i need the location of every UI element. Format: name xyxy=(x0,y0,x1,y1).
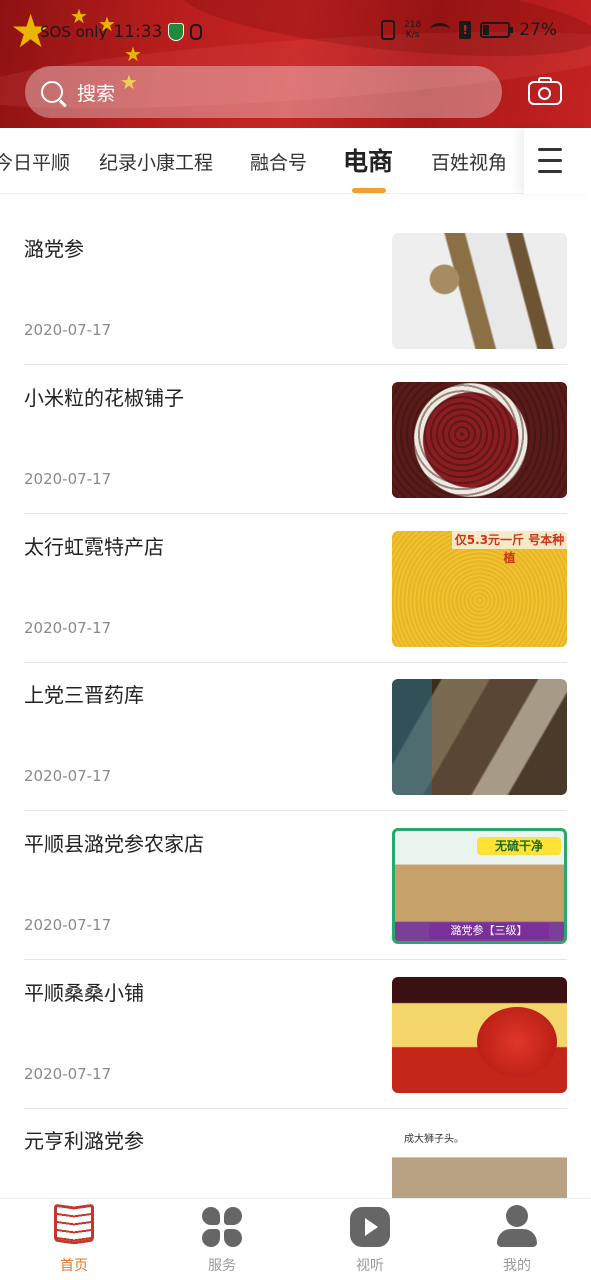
thumbnail-caption: 成大狮子头。 xyxy=(404,1134,464,1145)
list-item[interactable]: 平顺桑桑小铺 2020-07-17 xyxy=(0,960,591,1109)
nav-profile[interactable]: 我的 xyxy=(443,1199,591,1280)
list-item[interactable]: 潞党参 2020-07-17 xyxy=(0,216,591,365)
thumbnail-banner: 仅5.3元一斤 号本种植 xyxy=(452,531,567,565)
wifi-icon xyxy=(430,23,451,37)
notification-icon xyxy=(190,24,203,40)
item-thumbnail xyxy=(392,382,567,498)
list-item[interactable]: 上党三晋药库 2020-07-17 xyxy=(0,662,591,811)
battery-icon xyxy=(480,22,514,38)
item-title: 小米粒的花椒铺子 xyxy=(24,386,184,410)
list-item[interactable]: 元亨利潞党参 成大狮子头。 xyxy=(0,1108,591,1198)
item-title: 太行虹霓特产店 xyxy=(24,535,164,559)
play-icon xyxy=(350,1207,390,1247)
item-date: 2020-07-17 xyxy=(24,767,112,785)
tab-jilu-xiaokang[interactable]: 纪录小康工程 xyxy=(99,148,213,175)
item-thumbnail: 成大狮子头。 xyxy=(392,1122,567,1198)
search-placeholder: 搜索 xyxy=(77,82,116,105)
tab-ronghehao[interactable]: 融合号 xyxy=(250,148,307,175)
clock: 11:33 xyxy=(113,22,163,42)
item-date: 2020-07-17 xyxy=(24,470,112,488)
battery-percent: 27% xyxy=(519,20,557,40)
item-date: 2020-07-17 xyxy=(24,916,112,934)
menu-icon xyxy=(538,148,562,151)
status-bar: SOS only 11:33 218 K/s ! 27% xyxy=(0,0,591,66)
item-title: 潞党参 xyxy=(24,237,84,261)
nav-label: 首页 xyxy=(60,1258,88,1274)
active-tab-indicator xyxy=(352,188,386,193)
item-title: 平顺县潞党参农家店 xyxy=(24,832,204,856)
nav-services[interactable]: 服务 xyxy=(148,1199,296,1280)
shield-icon xyxy=(168,23,185,41)
list-item[interactable]: 平顺县潞党参农家店 2020-07-17 无硫干净 潞党参【三级】 xyxy=(0,811,591,960)
grid-icon xyxy=(202,1207,242,1247)
tab-dianshang[interactable]: 电商 xyxy=(343,142,393,178)
nav-label: 我的 xyxy=(503,1258,531,1274)
list-item[interactable]: 小米粒的花椒铺子 2020-07-17 xyxy=(0,365,591,514)
item-date: 2020-07-17 xyxy=(24,1065,112,1083)
nav-label: 服务 xyxy=(208,1258,236,1274)
search-input[interactable]: 搜索 xyxy=(25,66,502,118)
vibrate-icon xyxy=(381,20,396,40)
thumbnail-footer: 潞党参【三级】 xyxy=(429,923,549,939)
camera-button[interactable] xyxy=(528,76,564,106)
nav-home[interactable]: 首页 xyxy=(0,1199,148,1280)
category-tabs: 今日平顺 纪录小康工程 融合号 电商 百姓视角 xyxy=(0,128,591,194)
search-icon xyxy=(41,81,63,103)
carrier-text: SOS only xyxy=(40,23,108,41)
item-date: 2020-07-17 xyxy=(24,619,112,637)
alert-icon: ! xyxy=(459,21,472,39)
user-icon xyxy=(497,1205,537,1247)
book-icon xyxy=(54,1203,94,1245)
item-title: 平顺桑桑小铺 xyxy=(24,981,144,1005)
channel-menu-button[interactable] xyxy=(524,128,591,194)
shop-list: 潞党参 2020-07-17 小米粒的花椒铺子 2020-07-17 太行虹霓特… xyxy=(0,216,591,1198)
item-thumbnail: 无硫干净 潞党参【三级】 xyxy=(392,828,567,944)
item-thumbnail: 仅5.3元一斤 号本种植 xyxy=(392,531,567,647)
bottom-navigation: 首页 服务 视听 我的 xyxy=(0,1198,591,1280)
item-date: 2020-07-17 xyxy=(24,321,112,339)
item-title: 上党三晋药库 xyxy=(24,683,144,707)
thumbnail-tag: 无硫干净 xyxy=(477,837,561,855)
tab-baixing-shijiao[interactable]: 百姓视角 xyxy=(431,148,507,175)
item-thumbnail xyxy=(392,679,567,795)
item-thumbnail xyxy=(392,233,567,349)
item-thumbnail xyxy=(392,977,567,1093)
network-speed: 218 K/s xyxy=(404,20,422,40)
nav-media[interactable]: 视听 xyxy=(296,1199,444,1280)
item-title: 元亨利潞党参 xyxy=(24,1129,144,1153)
header-banner: ★ ★ ★ ★ ★ SOS only 11:33 218 K/s ! 27% 搜… xyxy=(0,0,591,128)
nav-label: 视听 xyxy=(356,1258,384,1274)
list-item[interactable]: 太行虹霓特产店 2020-07-17 仅5.3元一斤 号本种植 xyxy=(0,514,591,663)
tab-jinri-pingshun[interactable]: 今日平顺 xyxy=(0,148,70,175)
